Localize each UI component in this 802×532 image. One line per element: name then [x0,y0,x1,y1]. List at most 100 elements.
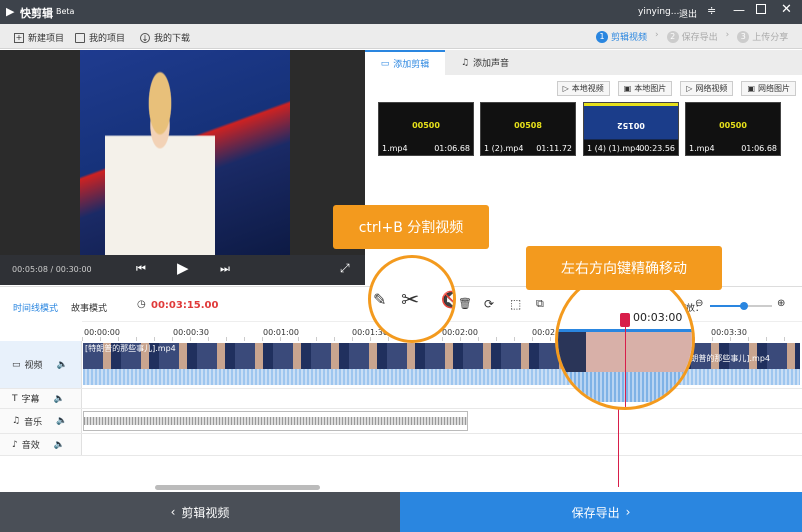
clock-icon: ◷ [137,299,146,310]
close-icon[interactable]: ✕ [781,2,792,17]
zoomed-waveform [558,372,695,402]
beta-badge: Beta [56,7,74,16]
save-export-button[interactable]: 保存导出› [400,492,802,532]
local-image-button[interactable]: ▣本地图片 [618,81,673,96]
player-controls: 00:05:08 / 00:30:00 ⏮ ▶ ⏭ ⤢ [0,255,365,285]
media-clip[interactable]: 00500 1.mp4 01:06.68 [378,102,474,156]
video-icon: ▭ [12,360,21,370]
tab-label: 添加声音 [473,56,509,69]
track-name: 音乐 [24,415,42,428]
move-magnifier: 00:03:00 [555,270,695,410]
rotate-icon[interactable]: ⟳ [484,297,494,311]
edit-icon[interactable]: ✎ [373,290,386,309]
track-name: 音效 [22,438,40,451]
text-icon: T [12,394,18,404]
new-project-button[interactable]: + 新建项目 [14,31,64,44]
plus-icon: + [14,33,24,43]
volume-icon[interactable]: 🔈 [56,416,67,426]
menu-icon[interactable]: ≑ [707,4,716,17]
chevron-right-icon: › [626,505,631,519]
timeline-mode-tab[interactable]: 时间线模式 [13,301,58,314]
track-label: ♫音乐🔈 [0,409,82,433]
username[interactable]: yinying... [638,7,679,17]
zoom-slider[interactable] [710,305,772,307]
maximize-icon[interactable] [756,4,766,14]
story-mode-tab[interactable]: 故事模式 [71,301,107,314]
clip-name: 1 (2).mp4 [484,144,523,153]
clip-preview-code: 00500 [379,121,473,130]
delete-icon[interactable]: 🗑 [458,297,472,310]
tab-add-clip[interactable]: ▭添加剪辑 [365,50,445,75]
clip-title: [特朗普的那些事儿].mp4 [83,344,176,353]
local-video-button[interactable]: ▷本地视频 [557,81,610,96]
media-tabs: ▭添加剪辑 ♫ 添加声音 [365,50,802,75]
step-number: 2 [667,31,679,43]
tab-label: 添加剪辑 [393,57,429,70]
mute-icon[interactable]: 🔇 [441,290,456,309]
play-icon[interactable]: ▶ [177,259,189,277]
step-label: 剪辑视频 [611,30,647,43]
move-callout: 左右方向键精确移动 [526,246,722,290]
back-edit-button[interactable]: ‹剪辑视频 [0,492,400,532]
split-callout: ctrl+B 分割视频 [333,205,489,249]
button-label: 网络视频 [695,83,727,94]
button-label: 本地图片 [634,83,666,94]
horizontal-scrollbar[interactable] [155,485,320,490]
zoom-in-icon[interactable]: ⊕ [777,298,785,309]
step-label: 上传分享 [752,30,788,43]
zoom-out-icon[interactable]: ⊖ [695,298,703,309]
current-time[interactable]: 00:03:15.00 [151,300,218,311]
web-image-icon: ▣ [747,84,755,93]
folder-icon [75,33,85,43]
music-clip[interactable] [83,411,468,431]
tick-label: 00:01:00 [263,328,299,337]
step-indicator: 1剪辑视频 › 2保存导出 › 3上传分享 [596,30,788,43]
crop-icon[interactable]: ⬚ [510,297,521,311]
zoomed-clip [558,332,695,372]
media-clip[interactable]: 005081 (2).mp401:11.72 [480,102,576,156]
music-icon: ♫ [461,58,469,68]
playhead-line [625,327,626,410]
track-label: ▭视频🔈 [0,341,82,388]
step-number: 1 [596,31,608,43]
volume-icon[interactable]: 🔈 [57,360,68,370]
source-buttons: ▷本地视频 ▣本地图片 ▷网络视频 ▣网络图片 [557,81,796,96]
scissors-icon[interactable]: ✂ [401,288,419,313]
bottom-bar: ‹剪辑视频 保存导出› [0,492,802,532]
web-image-button[interactable]: ▣网络图片 [741,81,796,96]
volume-icon[interactable]: 🔈 [54,440,65,450]
clip-duration: 01:06.68 [434,144,470,153]
tick-label: 00:02:00 [442,328,478,337]
split-tools-magnifier: ✎ ✂ 🔇 [368,255,456,343]
clip-name: 1.mp4 [382,144,408,153]
media-clip[interactable]: 001521 (4) (1).mp400:23.56 [583,102,679,156]
playhead-handle[interactable] [620,313,630,327]
download-icon: ↓ [140,33,150,43]
media-clip[interactable]: 005001.mp401:06.68 [685,102,781,156]
next-icon[interactable]: ⏭ [220,262,230,276]
my-projects-button[interactable]: 我的项目 [75,31,125,44]
logout-link[interactable]: 退出 [679,7,697,20]
web-video-icon: ▷ [686,84,692,93]
track-label: ♪音效🔈 [0,434,82,455]
video-preview[interactable] [0,50,365,255]
clip-duration: 01:11.72 [536,144,572,153]
tab-add-audio[interactable]: ♫ 添加声音 [445,50,525,75]
music-track: ♫音乐🔈 [0,409,802,434]
my-downloads-label: 我的下载 [154,31,190,44]
fullscreen-icon[interactable]: ⤢ [340,261,350,276]
step-edit: 1剪辑视频 [596,30,647,43]
track-name: 字幕 [22,392,40,405]
copy-icon[interactable]: ⧉ [536,297,544,311]
button-label: 剪辑视频 [181,504,229,521]
my-downloads-button[interactable]: ↓ 我的下载 [140,31,190,44]
web-video-button[interactable]: ▷网络视频 [680,81,733,96]
new-project-label: 新建项目 [28,31,64,44]
previous-icon[interactable]: ⏮ [136,262,146,276]
tick-label: 00:00:00 [84,328,120,337]
minimize-icon[interactable]: — [733,3,745,17]
button-label: 本地视频 [572,83,604,94]
chevron-right-icon: › [726,30,730,43]
volume-icon[interactable]: 🔈 [54,394,65,404]
step-share: 3上传分享 [737,30,788,43]
